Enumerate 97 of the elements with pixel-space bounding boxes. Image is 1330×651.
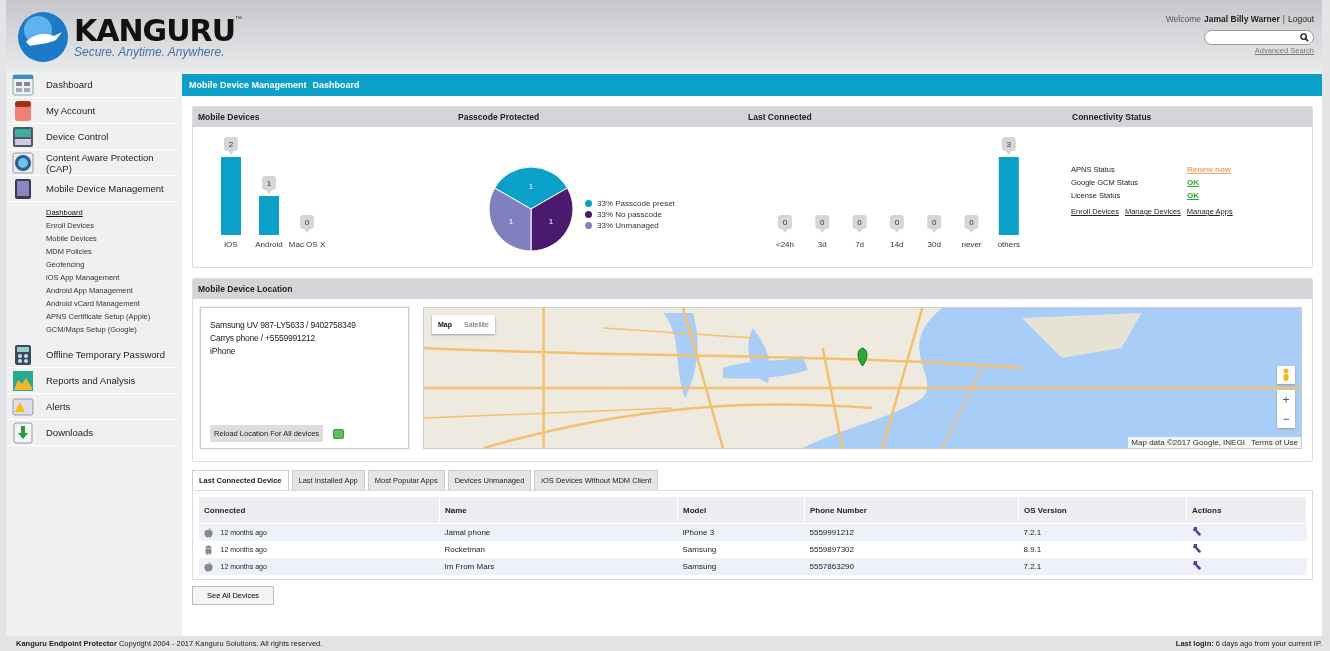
sidebar-item[interactable]: Alerts [8, 394, 178, 420]
gauge-icon [12, 151, 34, 174]
wrench-icon[interactable] [1191, 560, 1203, 571]
table-cell: Im From Mars [439, 558, 678, 575]
table-cell: 8.9.1 [1018, 541, 1187, 558]
dashboard-icon [12, 73, 34, 96]
map-attribution: Map data ©2017 Google, INEGI [1131, 438, 1245, 447]
device-entry: Carrys phone / +5559991212 [210, 333, 316, 343]
column-header: Name [439, 496, 678, 524]
value-label: 0 [852, 215, 867, 233]
sidebar-item[interactable]: Offline Temporary Password [8, 342, 178, 368]
data-label: 0 [820, 218, 826, 227]
table-cell: Samsung [677, 541, 805, 558]
axis-label: Android [255, 240, 283, 249]
apple-icon [203, 561, 213, 572]
sidebar-item[interactable]: Reports and Analysis [8, 368, 178, 394]
sidebar-item[interactable]: Dashboard [8, 72, 178, 98]
zoom-in-button[interactable]: + [1277, 390, 1295, 409]
data-label: 0 [782, 218, 788, 227]
logo-tagline: Secure. Anytime. Anywhere. [74, 45, 226, 59]
data-label: 0 [857, 218, 863, 227]
value-label: 1 [262, 176, 276, 194]
wrench-icon[interactable] [1191, 543, 1203, 554]
wrench-icon[interactable] [1191, 526, 1203, 537]
data-label: 3 [1006, 140, 1012, 149]
sidebar-item[interactable]: Downloads [8, 420, 178, 446]
column-header: Actions [1186, 496, 1307, 524]
android-icon [203, 544, 213, 555]
slice-label: 1 [528, 181, 534, 191]
legend-label: 33% Unmanaged [597, 220, 659, 230]
keyboard-device-icon [12, 125, 34, 148]
data-label: 0 [931, 218, 937, 227]
legend-label: 33% No passcode [597, 209, 662, 219]
sidebar-item[interactable]: Device Control [8, 124, 178, 150]
value-label: 0 [964, 215, 979, 233]
value-label: 0 [300, 215, 314, 233]
device-entry: iPhone [210, 346, 236, 356]
data-label: 0 [969, 218, 975, 227]
sidebar-item[interactable]: Content Aware Protection (CAP) [8, 150, 178, 176]
device-entry: Samsung UV 987-LY5633 / 9402758349 [210, 320, 356, 330]
logout-link[interactable]: Logout [1288, 14, 1314, 24]
panel-title: Passcode Protected [458, 112, 541, 122]
breadcrumb-page: Dashboard [312, 80, 360, 90]
globe-logo-icon [16, 10, 70, 64]
table-cell: 5559897302 [804, 541, 1019, 558]
user-name: Jamal Billy Warner [1204, 14, 1280, 24]
value-label: 0 [927, 215, 942, 233]
breadcrumb-section: Mobile Device Management [189, 80, 307, 90]
table-cell: 7.2.1 [1018, 558, 1187, 575]
axis-label: others [997, 240, 1020, 249]
axis-label: 7d [855, 240, 865, 249]
axis-label: never [961, 240, 982, 249]
value-label: 0 [778, 215, 792, 233]
column-header: OS Version [1018, 496, 1187, 524]
value-label: 0 [815, 215, 830, 233]
value-label: 3 [1001, 137, 1016, 155]
axis-label: 14d [890, 240, 904, 249]
value-label: 0 [889, 215, 904, 233]
apple-icon [203, 527, 213, 538]
sidebar-item[interactable]: Mobile Device Management [8, 176, 178, 202]
calculator-icon [12, 343, 34, 366]
zoom-out-button[interactable]: − [1277, 409, 1295, 428]
table-cell: Samsung [677, 558, 805, 575]
table-cell: Rocketman [439, 541, 678, 558]
search-field[interactable] [1204, 30, 1314, 45]
search-icon [1300, 33, 1309, 42]
data-label: 2 [228, 140, 234, 149]
slice-label: 1 [508, 216, 514, 226]
axis-label: 30d [927, 240, 941, 249]
data-label: 0 [894, 218, 900, 227]
terms-link[interactable]: Terms of Use [1250, 438, 1298, 447]
data-label: 1 [266, 179, 272, 188]
separator: | [1282, 14, 1285, 24]
panel-title: Last Connected [748, 112, 813, 122]
slice-label: 1 [548, 216, 554, 226]
panel-title: Mobile Device Location [198, 284, 294, 294]
value-label: 2 [224, 137, 238, 155]
panel-title: Mobile Devices [198, 112, 261, 122]
legend-label: 33% Passcode preset [597, 198, 675, 208]
logo-wordmark: KANGURU [74, 15, 236, 47]
panel-title: Connectivity Status [1072, 112, 1153, 122]
bar [259, 196, 279, 235]
table-cell: 5557863290 [804, 558, 1019, 575]
tablet-icon [12, 177, 34, 200]
data-label: 0 [304, 218, 310, 227]
download-icon [12, 421, 34, 444]
axis-label: Mac OS X [288, 240, 326, 249]
axis-label: 3d [817, 240, 827, 249]
warning-icon [12, 395, 34, 418]
chart-icon [12, 369, 34, 392]
column-header: Phone Number [804, 496, 1019, 524]
sidebar-item[interactable]: My Account [8, 98, 178, 124]
column-header: Connected [198, 496, 440, 524]
axis-label: iOS [224, 240, 238, 249]
axis-label: <24h [776, 240, 794, 249]
welcome-label: Welcome [1165, 14, 1202, 24]
column-header: Model [677, 496, 805, 524]
